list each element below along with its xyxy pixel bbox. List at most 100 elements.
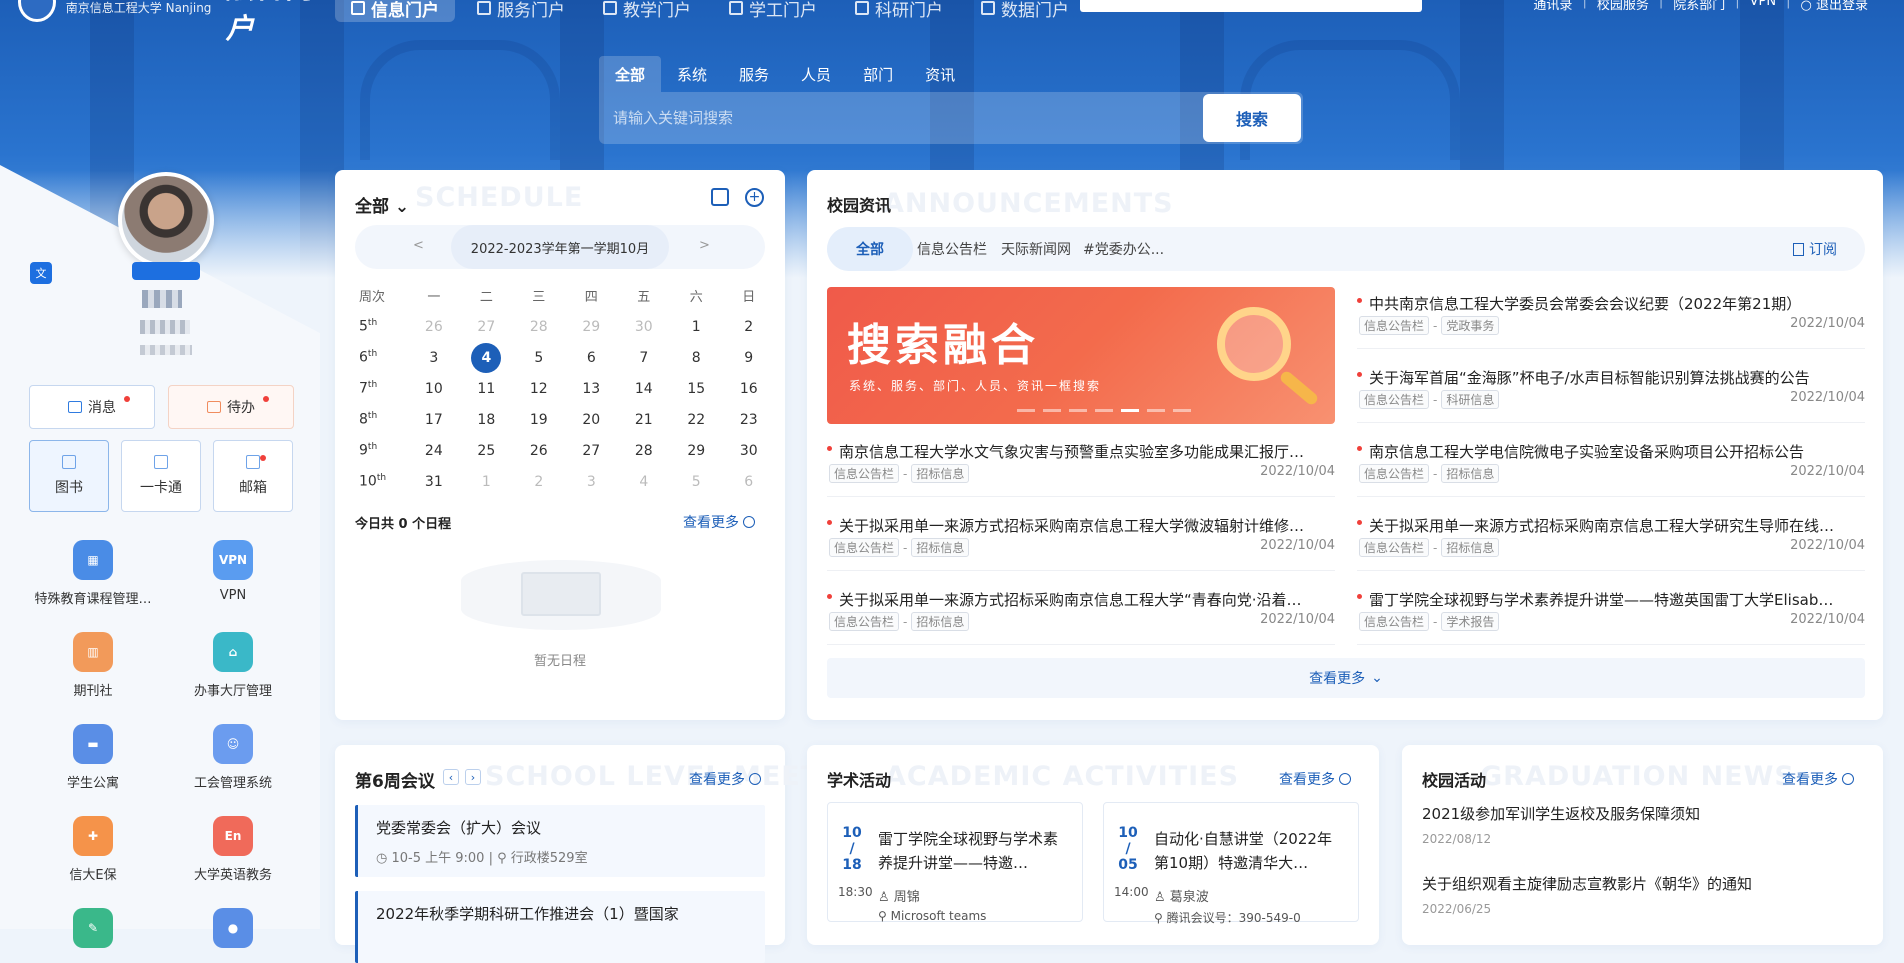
calendar-day[interactable]: 28 [513,319,565,335]
app-service-hall[interactable]: ⌂ 办事大厅管理 [158,632,308,699]
calendar-day[interactable]: 25 [460,443,512,459]
calendar-icon[interactable] [711,188,729,206]
calendar-day[interactable]: 3 [408,350,460,366]
add-schedule-icon[interactable]: + [745,188,764,207]
academic-card[interactable]: 10/05 14:00 自动化·自慧讲堂（2022年第10期）特邀清华大… ♙ … [1103,802,1359,925]
search-tab-all[interactable]: 全部 [599,56,662,92]
calendar-day[interactable]: 6 [565,350,617,366]
search-tab-news[interactable]: 资讯 [909,56,971,92]
nav-data-portal[interactable]: 数据门户 [965,0,1085,22]
news-item[interactable]: 南京信息工程大学电信院微电子实验室设备采购项目公开招标公告 信息公告栏 - 招标信息… [1357,435,1865,497]
news-item[interactable]: 雷丁学院全球视野与学术素养提升讲堂——特邀英国雷丁大学Elisab… 信息公告栏… [1357,583,1865,645]
search-input[interactable] [611,102,1171,134]
app-journal[interactable]: ▥ 期刊社 [18,632,168,699]
calendar-day[interactable]: 19 [513,412,565,428]
calendar-day[interactable]: 27 [565,443,617,459]
calendar-day[interactable]: 24 [408,443,460,459]
calendar-day[interactable]: 17 [408,412,460,428]
meeting-item[interactable]: 2022年秋季学期科研工作推进会（1）暨国家 [355,891,765,963]
calendar-day[interactable]: 15 [670,381,722,397]
prev-week-button[interactable]: ‹ [443,769,459,785]
app-insurance[interactable]: ✚ 信大E保 [18,816,168,883]
calendar-day[interactable]: 14 [618,381,670,397]
nav-teaching-portal[interactable]: 教学门户 [587,0,707,22]
app-vpn[interactable]: VPN VPN [158,540,308,603]
calendar-day[interactable]: 9 [723,350,775,366]
calendar-day[interactable]: 6 [723,474,775,490]
todo-button[interactable]: 待办 [168,385,294,429]
calendar-day[interactable]: 26 [513,443,565,459]
news-tab-skyline[interactable]: 天际新闻网 [1001,227,1071,271]
quick-library[interactable]: 图书 [29,440,109,512]
news-item[interactable]: 关于海军首届“金海豚”杯电子/水声目标智能识别算法挑战赛的公告 信息公告栏 - 科研… [1357,361,1865,423]
prev-month-button[interactable]: < [413,238,424,253]
calendar-day[interactable]: 2 [513,474,565,490]
subscribe-button[interactable]: 订阅 [1793,227,1837,271]
calendar-day[interactable]: 18 [460,412,512,428]
calendar-day[interactable]: 20 [565,412,617,428]
nav-info-portal[interactable]: 信息门户 [335,0,455,22]
news-tab-party-office[interactable]: #党委办公... [1083,227,1164,271]
search-button[interactable]: 搜索 [1203,94,1301,142]
link-departments[interactable]: 院系部门 [1673,0,1725,13]
search-tab-department[interactable]: 部门 [847,56,909,92]
search-tab-people[interactable]: 人员 [785,56,847,92]
translate-icon[interactable]: 文 [30,262,52,284]
calendar-day[interactable]: 2 [723,319,775,335]
calendar-day[interactable]: 22 [670,412,722,428]
link-logout[interactable]: ○ 退出登录 [1801,0,1869,13]
news-item[interactable]: 中共南京信息工程大学委员会常委会会议纪要（2022年第21期） 信息公告栏 - 党政… [1357,287,1865,349]
calendar-more-link[interactable]: 查看更多 [683,512,755,532]
link-directory[interactable]: 通讯录 [1533,0,1572,13]
news-more-button[interactable]: 查看更多 ⌄ [827,658,1865,698]
news-item[interactable]: 关于拟采用单一来源方式招标采购南京信息工程大学微波辐射计维修… 信息公告栏 - 招标… [827,509,1335,571]
calendar-day[interactable]: 12 [513,381,565,397]
search-tab-system[interactable]: 系统 [661,56,723,92]
academic-more-link[interactable]: 查看更多 [1279,769,1351,789]
calendar-day[interactable]: 30 [618,319,670,335]
calendar-day[interactable]: 26 [408,319,460,335]
calendar-day[interactable]: 23 [723,412,775,428]
calendar-day[interactable]: 5 [513,350,565,366]
calendar-day[interactable]: 4 [618,474,670,490]
calendar-day[interactable]: 10 [408,381,460,397]
calendar-day[interactable]: 27 [460,319,512,335]
app-more-2[interactable]: ● [158,908,308,948]
news-tab-all[interactable]: 全部 [827,227,913,271]
calendar-day[interactable]: 1 [670,319,722,335]
calendar-day[interactable]: 16 [723,381,775,397]
calendar-day[interactable]: 1 [460,474,512,490]
meeting-item[interactable]: 党委常委会（扩大）会议 ◷ 10-5 上午 9:00 | ⚲ 行政楼529室 [355,805,765,877]
banner-carousel-dots[interactable] [1017,409,1191,412]
nav-student-portal[interactable]: 学工门户 [713,0,833,22]
messages-button[interactable]: 消息 [29,385,155,429]
quick-mail[interactable]: 邮箱 [213,440,293,512]
app-dormitory[interactable]: ▬ 学生公寓 [18,724,168,791]
site-logo[interactable]: 南京信息工程大学 Nanjing University of Informati… [18,0,338,45]
news-tab-bulletin[interactable]: 信息公告栏 [917,227,987,271]
app-more-1[interactable]: ✎ [18,908,168,948]
search-tab-service[interactable]: 服务 [723,56,785,92]
next-week-button[interactable]: › [465,769,481,785]
calendar-day[interactable]: 8 [670,350,722,366]
app-special-education[interactable]: ▦ 特殊教育课程管理… [18,540,168,607]
next-month-button[interactable]: > [699,238,710,253]
calendar-day[interactable]: 28 [618,443,670,459]
link-campus-service[interactable]: 校园服务 [1597,0,1649,13]
academic-card[interactable]: 10/18 18:30 雷丁学院全球视野与学术素养提升讲堂——特邀… ♙ 周锦 … [827,802,1083,923]
avatar[interactable] [118,172,214,268]
app-english[interactable]: En 大学英语教务 [158,816,308,883]
calendar-day[interactable]: 13 [565,381,617,397]
news-banner[interactable]: 搜索融合 系统、服务、部门、人员、资讯一框搜索 [827,287,1335,424]
app-union[interactable]: ☺ 工会管理系统 [158,724,308,791]
news-item[interactable]: 南京信息工程大学水文气象灾害与预警重点实验室多功能成果汇报厅… 信息公告栏 - 招标… [827,435,1335,497]
calendar-day[interactable]: 5 [670,474,722,490]
calendar-day[interactable]: 31 [408,474,460,490]
link-vpn[interactable]: VPN [1750,0,1776,13]
top-search-box[interactable] [1080,0,1422,12]
quick-card[interactable]: 一卡通 [121,440,201,512]
calendar-day[interactable]: 3 [565,474,617,490]
calendar-day[interactable]: 30 [723,443,775,459]
calendar-day[interactable]: 29 [670,443,722,459]
news-item[interactable]: 关于拟采用单一来源方式招标采购南京信息工程大学研究生导师在线… 信息公告栏 - 招标… [1357,509,1865,571]
